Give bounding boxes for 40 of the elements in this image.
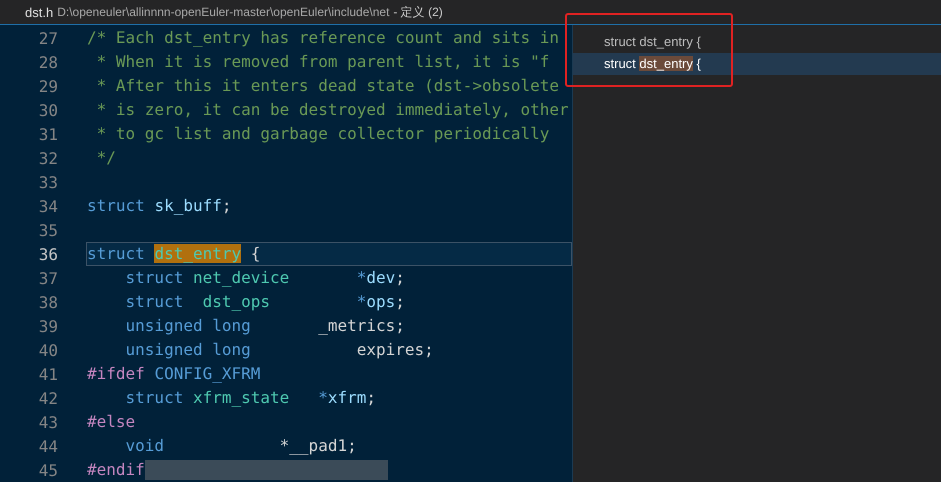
line-number: 41 — [38, 364, 58, 384]
code-line: struct xfrm_state *xfrm; — [124, 387, 377, 409]
file-name: dst.h — [25, 4, 54, 20]
file-path: D:\openeuler\allinnnn-openEuler-master\openEuler\include\net — [57, 5, 390, 19]
line-number: 45 — [38, 460, 58, 480]
code-line: void *__pad1; — [124, 435, 358, 457]
code-line: unsigned long expires; — [124, 339, 435, 361]
code-line: * to gc list and garbage collector periodically — [96, 123, 550, 145]
code-line: */ — [96, 147, 117, 169]
line-number: 44 — [38, 436, 58, 456]
reference-item[interactable]: struct dst_entry { — [573, 31, 941, 53]
line-number: 42 — [38, 388, 58, 408]
line-number: 35 — [38, 220, 58, 240]
line-number: 32 — [38, 148, 58, 168]
line-number: 31 — [38, 124, 58, 144]
line-number: 27 — [38, 28, 58, 48]
code-line: * After this it enters dead state (dst->obsolete — [96, 75, 560, 97]
line-number: 39 — [38, 316, 58, 336]
line-number: 36 — [38, 244, 58, 264]
code-line: #endif — [86, 459, 146, 481]
line-number: 37 — [38, 268, 58, 288]
line-number: 43 — [38, 412, 58, 432]
line-number: 38 — [38, 292, 58, 312]
reference-item[interactable]: struct dst_entry { — [573, 53, 941, 75]
line-number: 33 — [38, 172, 58, 192]
code-line: /* Each dst_entry has reference count and sits in — [86, 27, 560, 49]
code-line: * When it is removed from parent list, it is "f — [96, 51, 550, 73]
code-line: struct sk_buff; — [86, 195, 233, 217]
code-line: struct net_device *dev; — [124, 267, 406, 289]
line-number: 29 — [38, 76, 58, 96]
code-line: struct dst_ops *ops; — [124, 291, 406, 313]
code-line: * is zero, it can be destroyed immediately, other — [96, 99, 570, 121]
line-number: 34 — [38, 196, 58, 216]
code-line: #ifdef CONFIG_XFRM — [86, 363, 262, 385]
line-number: 30 — [38, 100, 58, 120]
definition-count: - 定义 (2) — [393, 4, 443, 20]
code-line: #else — [86, 411, 136, 433]
line-number: 28 — [38, 52, 58, 72]
code-line: unsigned long _metrics; — [124, 315, 406, 337]
line-number: 40 — [38, 340, 58, 360]
